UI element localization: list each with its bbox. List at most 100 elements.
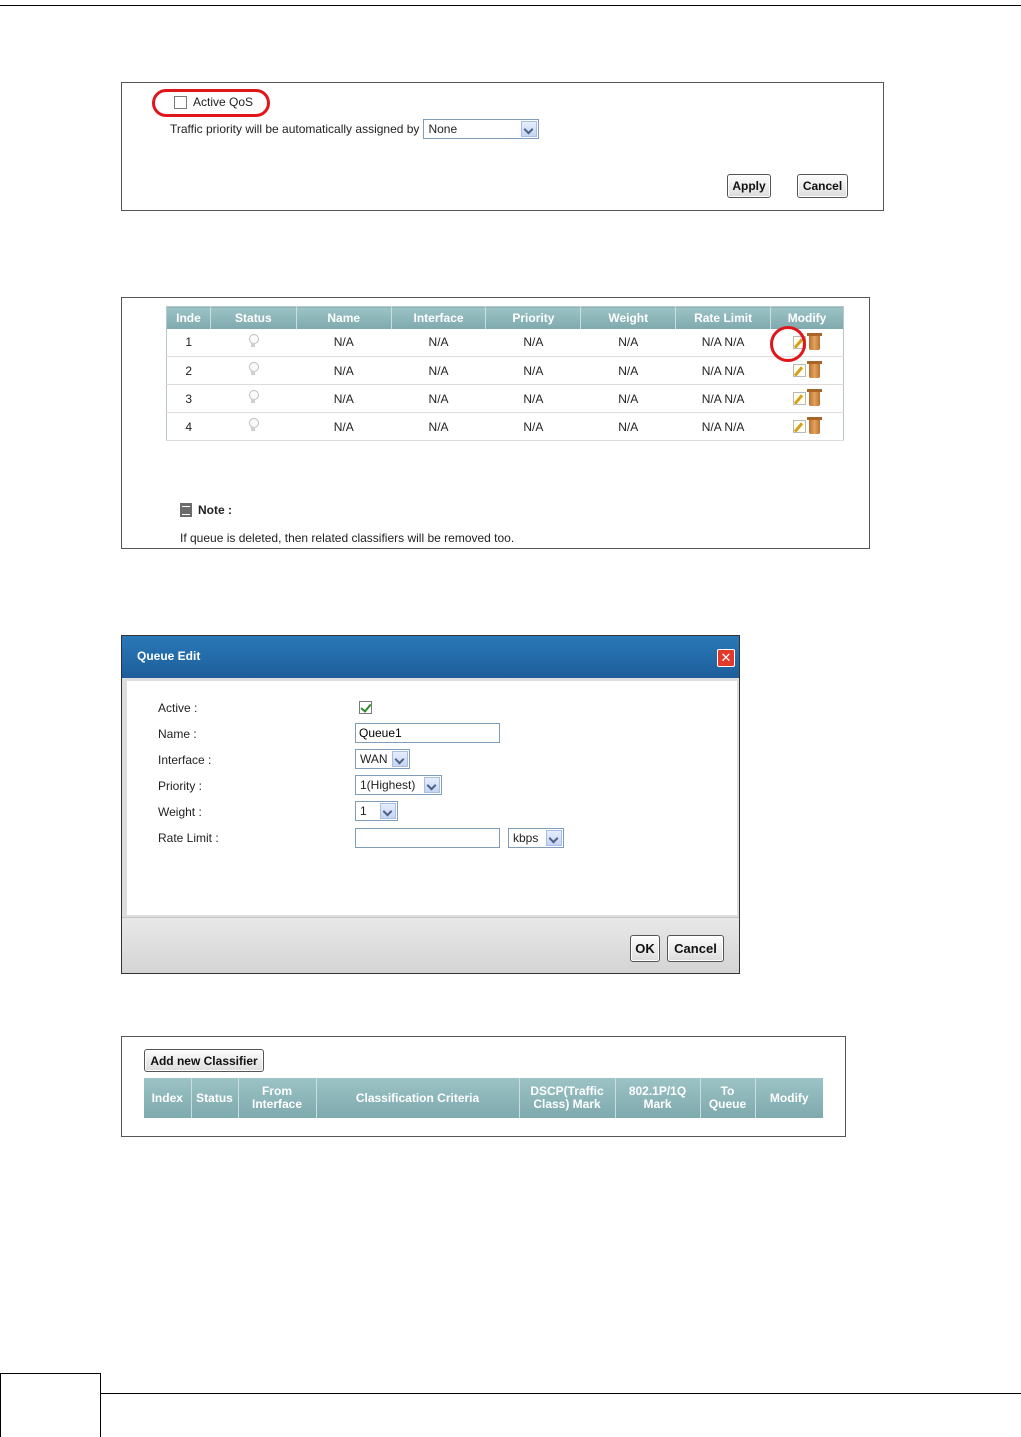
row-name: N/A xyxy=(296,328,392,357)
column-header-status: Status xyxy=(191,1078,239,1118)
row-priority: N/A xyxy=(485,412,581,441)
row-priority: N/A xyxy=(485,356,581,385)
chevron-down-icon[interactable] xyxy=(424,777,440,793)
row-weight: N/A xyxy=(580,384,676,413)
edit-icon[interactable] xyxy=(793,420,807,434)
table-row: 3 N/A N/A N/A N/A N/A N/A xyxy=(166,384,844,413)
close-icon[interactable]: ✕ xyxy=(717,649,735,667)
row-status xyxy=(210,328,297,357)
page-top-rule xyxy=(0,5,1021,6)
edit-icon[interactable] xyxy=(793,392,807,406)
row-status xyxy=(210,384,297,413)
queue-setup-panel: Inde Status Name Interface Priority Weig… xyxy=(121,297,870,549)
weight-select[interactable]: 1 xyxy=(355,801,398,821)
active-qos-checkbox[interactable] xyxy=(174,95,187,109)
column-header-interface: Interface xyxy=(391,306,487,329)
row-interface: N/A xyxy=(391,384,486,413)
traffic-priority-value: None xyxy=(428,122,458,136)
column-header-modify: Modify xyxy=(755,1078,823,1118)
dialog-body: Active : Name : Interface : WAN Priority… xyxy=(127,681,737,915)
row-name: N/A xyxy=(296,356,392,385)
name-label: Name : xyxy=(158,727,197,741)
column-header-priority: Priority xyxy=(485,306,582,329)
table-row: 4 N/A N/A N/A N/A N/A N/A xyxy=(166,412,844,441)
weight-label: Weight : xyxy=(158,805,202,819)
edit-icon[interactable] xyxy=(793,364,807,378)
rate-limit-field: kbps xyxy=(355,828,564,848)
name-input[interactable] xyxy=(355,723,500,743)
rate-limit-input[interactable] xyxy=(355,828,500,848)
active-checkbox[interactable] xyxy=(359,701,372,714)
active-qos-label: Active QoS xyxy=(193,95,254,109)
column-header-dscp-mark: DSCP(Traffic Class) Mark xyxy=(519,1078,616,1118)
priority-field: 1(Highest) xyxy=(355,775,442,795)
rate-unit-value: kbps xyxy=(513,831,539,845)
trash-icon[interactable] xyxy=(807,361,823,379)
row-status xyxy=(210,356,297,385)
column-header-from-interface: From Interface xyxy=(238,1078,317,1118)
row-name: N/A xyxy=(296,412,392,441)
dialog-cancel-button[interactable]: Cancel xyxy=(667,935,724,962)
trash-icon[interactable] xyxy=(807,389,823,407)
lightbulb-icon xyxy=(248,390,260,404)
column-header-index: Inde xyxy=(166,306,211,329)
interface-select[interactable]: WAN xyxy=(355,749,410,769)
add-new-classifier-button[interactable]: Add new Classifier xyxy=(144,1049,264,1072)
apply-button[interactable]: Apply xyxy=(727,174,771,198)
interface-value: WAN xyxy=(360,752,388,766)
traffic-priority-label: Traffic priority will be automatically a… xyxy=(170,122,420,136)
interface-field: WAN xyxy=(355,749,410,769)
row-modify xyxy=(770,384,844,413)
chevron-down-icon[interactable] xyxy=(546,830,562,846)
table-row: 1 N/A N/A N/A N/A N/A N/A xyxy=(166,328,844,357)
lightbulb-icon xyxy=(248,333,260,348)
column-header-8021p-mark: 802.1P/1Q Mark xyxy=(615,1078,701,1118)
dialog-title-bar: Queue Edit ✕ xyxy=(122,636,739,678)
trash-icon[interactable] xyxy=(807,332,823,350)
column-header-rate-limit: Rate Limit xyxy=(675,306,772,329)
row-priority: N/A xyxy=(485,328,581,357)
active-qos-option[interactable]: Active QoS xyxy=(174,95,253,109)
column-header-to-queue: To Queue xyxy=(700,1078,756,1118)
rate-unit-select[interactable]: kbps xyxy=(508,828,564,848)
lightbulb-icon xyxy=(248,418,260,432)
row-index: 2 xyxy=(166,356,211,385)
column-header-weight: Weight xyxy=(580,306,677,329)
row-index: 3 xyxy=(166,384,211,413)
classifier-panel: Add new Classifier Index Status From Int… xyxy=(121,1036,846,1137)
column-header-index: Index xyxy=(144,1078,192,1118)
row-status xyxy=(210,412,297,441)
dialog-title: Queue Edit xyxy=(137,649,201,663)
page-number-box xyxy=(0,1373,101,1437)
chevron-down-icon[interactable] xyxy=(392,751,408,767)
chevron-down-icon[interactable] xyxy=(380,803,396,819)
row-interface: N/A xyxy=(391,356,486,385)
page-bottom-rule xyxy=(100,1393,1021,1394)
trash-icon[interactable] xyxy=(807,417,823,435)
ok-button[interactable]: OK xyxy=(630,935,660,962)
note-icon xyxy=(180,503,192,517)
rate-limit-label: Rate Limit : xyxy=(158,831,219,845)
classifier-table-header: Index Status From Interface Classificati… xyxy=(144,1078,823,1118)
row-index: 4 xyxy=(166,412,211,441)
priority-select[interactable]: 1(Highest) xyxy=(355,775,442,795)
priority-value: 1(Highest) xyxy=(360,778,416,792)
row-modify xyxy=(770,412,844,441)
queue-table-header: Inde Status Name Interface Priority Weig… xyxy=(166,306,844,329)
column-header-classification-criteria: Classification Criteria xyxy=(316,1078,520,1118)
row-weight: N/A xyxy=(580,412,676,441)
traffic-priority-row: Traffic priority will be automatically a… xyxy=(170,119,540,139)
traffic-priority-select[interactable]: None xyxy=(423,119,540,139)
row-priority: N/A xyxy=(485,384,581,413)
note-text: If queue is deleted, then related classi… xyxy=(180,531,515,545)
priority-label: Priority : xyxy=(158,779,203,793)
row-interface: N/A xyxy=(391,412,486,441)
chevron-down-icon[interactable] xyxy=(521,121,538,137)
row-interface: N/A xyxy=(391,328,486,357)
lightbulb-icon xyxy=(248,362,260,376)
edit-icon-highlight xyxy=(770,326,806,362)
active-label: Active : xyxy=(158,701,198,715)
column-header-name: Name xyxy=(296,306,392,329)
weight-value: 1 xyxy=(360,804,367,818)
cancel-button[interactable]: Cancel xyxy=(797,174,848,198)
